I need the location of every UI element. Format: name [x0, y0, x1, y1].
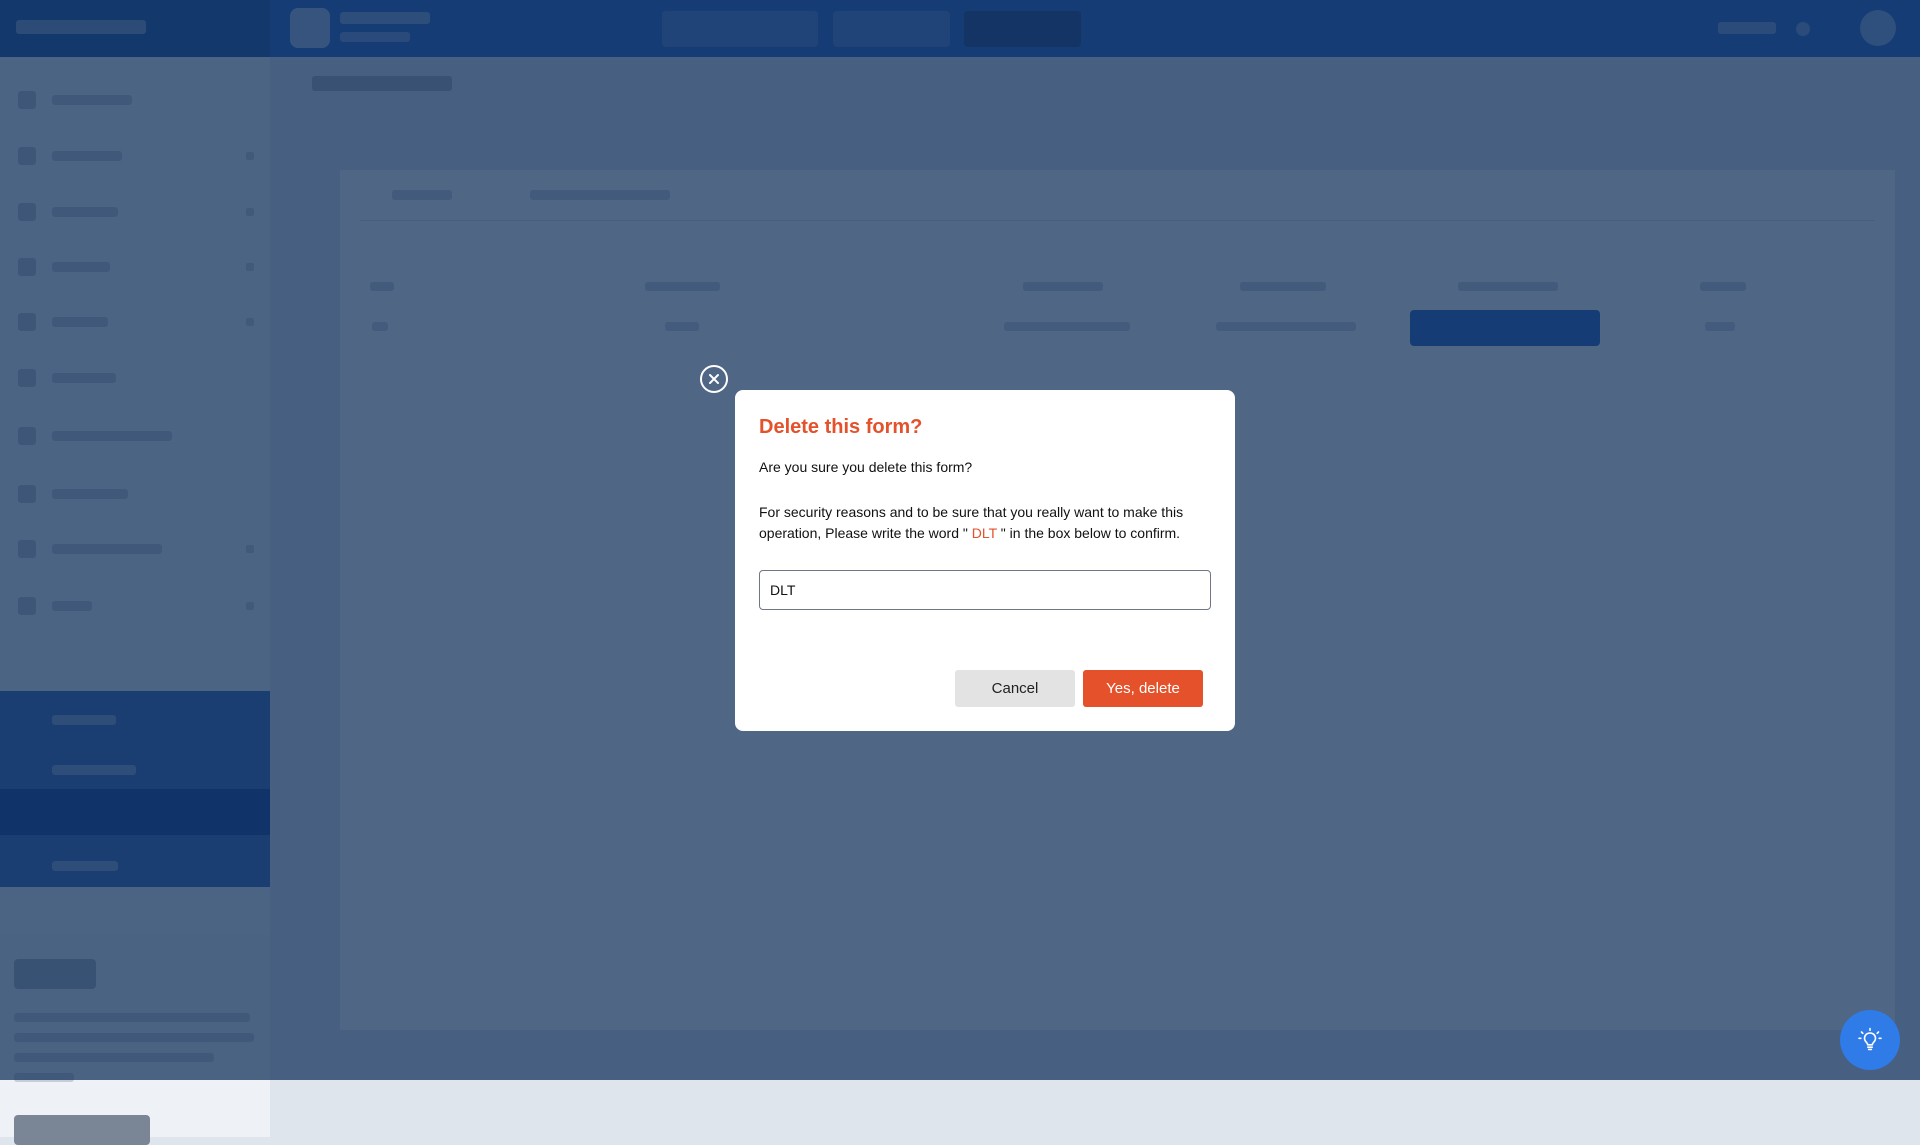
delete-form-dialog: Delete this form? Are you sure you delet…	[735, 390, 1235, 731]
security-note-text-end: " in the box below to confirm.	[1000, 525, 1181, 541]
dialog-actions: Cancel Yes, delete	[955, 670, 1203, 707]
confirm-delete-button[interactable]: Yes, delete	[1083, 670, 1203, 707]
dialog-security-note: For security reasons and to be sure that…	[759, 502, 1211, 544]
dialog-question: Are you sure you delete this form?	[759, 459, 973, 475]
confirm-keyword-input[interactable]	[759, 570, 1211, 610]
lightbulb-icon[interactable]	[1840, 1010, 1900, 1070]
dialog-title: Delete this form?	[759, 416, 923, 438]
cancel-button[interactable]: Cancel	[955, 670, 1075, 707]
close-icon[interactable]	[700, 365, 728, 393]
confirmation-keyword: DLT	[967, 525, 1001, 541]
